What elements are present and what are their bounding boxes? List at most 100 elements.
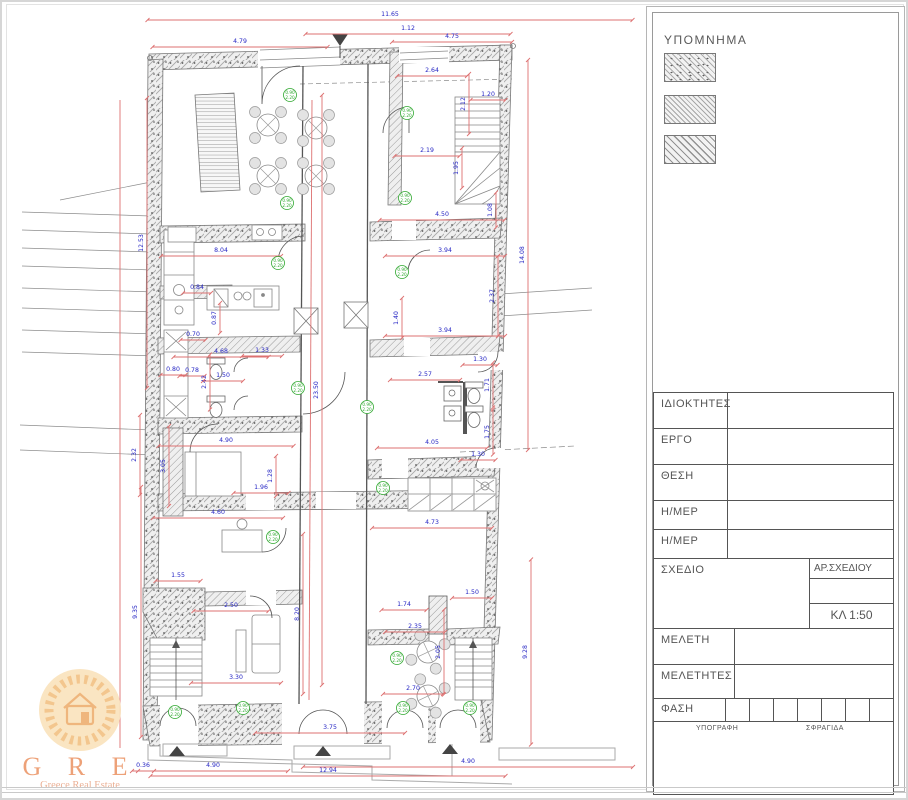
dimension-label: 1.55 [171,572,185,579]
divider [734,629,735,664]
dimension-label: 4.75 [445,33,459,40]
dimension-label: 1.30 [471,451,485,458]
row-location: ΘΕΣΗ [653,464,894,501]
divider [725,699,726,721]
row-designers: ΜΕΛΕΤΗΤΕΣ [653,664,894,699]
dimension-label: 2.57 [418,371,432,378]
row-drawing: ΣΧΕΔΙΟ ΑΡ.ΣΧΕΔΙΟΥ ΚΛ 1:50 [653,558,894,629]
title-block-table: ΙΔΙΟΚΤΗΤΕΣ ΕΡΓΟ ΘΕΣΗ Η/ΜΕΡ Η/ΜΕΡ ΣΧΕΔΙΟ [653,393,894,795]
divider [727,501,728,529]
dimension-label: 1.71 [484,378,491,392]
dimension-label: 8.04 [214,247,228,254]
drawing-number-label: ΑΡ.ΣΧΕΔΙΟΥ [810,559,893,579]
door-tag: 0.902.20 [396,266,409,279]
study-label: ΜΕΛΕΤΗ [661,634,710,646]
svg-text:2.20: 2.20 [268,537,278,542]
dimension-label: 3.94 [438,327,452,334]
dimension-label: 4.90 [206,762,220,769]
row-signature-stamp: ΥΠΟΓΡΑΦΗ ΣΦΡΑΓΙΔΑ [653,721,894,795]
drawing-number-value [810,579,893,604]
row-date-2: Η/ΜΕΡ [653,529,894,559]
company-logo: G R E Greece Real Estate [14,668,146,794]
door-tag: 0.902.20 [397,702,410,715]
dimension-label: 8.20 [294,607,301,621]
svg-text:2.20: 2.20 [285,95,295,100]
dimension-label: 2.64 [425,67,439,74]
divider [727,429,728,464]
dimension-label: 0.87 [211,311,218,325]
dimension-label: 4.60 [211,509,225,516]
row-project: ΕΡΓΟ [653,428,894,465]
dimension-label: 3.05 [160,459,167,473]
location-label: ΘΕΣΗ [661,470,694,482]
dimension-label: 4.68 [214,348,228,355]
drawing-label: ΣΧΕΔΙΟ [661,564,704,576]
legend-swatch-hatch-fine [664,95,716,124]
dimension-label: 2.19 [420,147,434,154]
divider [727,393,728,428]
door-tag: 0.902.20 [272,257,285,270]
dimension-label: 2.50 [224,602,238,609]
door-tag: 0.902.20 [399,192,412,205]
dimension-label: 2.12 [460,97,467,111]
divider [869,699,870,721]
dimension-label: 2.37 [489,289,496,303]
svg-text:2.20: 2.20 [402,113,412,118]
divider [749,699,750,721]
door-tag: 0.902.20 [237,702,250,715]
dimension-label: 1.33 [255,347,269,354]
designers-label: ΜΕΛΕΤΗΤΕΣ [661,670,732,682]
dimension-label: 4.79 [233,38,247,45]
dimension-label: 2.35 [408,623,422,630]
legend-swatch-speckled [664,53,716,82]
dimension-label: 1.95 [453,161,460,175]
row-date-1: Η/ΜΕΡ [653,500,894,530]
dimension-label: 1.50 [216,372,230,379]
divider [727,465,728,500]
row-study: ΜΕΛΕΤΗ [653,628,894,665]
dimension-label: 1.28 [267,469,274,483]
dimension-label: 0.78 [185,367,199,374]
divider [821,699,822,721]
dimension-label: 14.08 [519,246,526,264]
title-block-panel: ΥΠΟΜΝΗΜΑ ΙΔΙΟΚΤΗΤΕΣ ΕΡΓΟ ΘΕΣΗ Η/ΜΕΡ Η/ΜΕ [646,6,905,792]
drawing-number-block: ΑΡ.ΣΧΕΔΙΟΥ ΚΛ 1:50 [809,559,893,628]
door-tag: 0.902.20 [377,482,390,495]
dimension-label: 1.12 [401,25,415,32]
dimension-label: 12.53 [138,234,145,252]
dimension-label: 1.40 [393,311,400,325]
door-tag: 0.902.20 [169,706,182,719]
door-tag: 0.902.20 [401,107,414,120]
dimension-label: 3.30 [229,674,243,681]
dimension-label: 3.75 [323,724,337,731]
dimension-label: 12.94 [319,767,337,774]
bar-counter [195,93,240,192]
drawing-sheet: 11.651.124.794.7514.089.282.3212.539.352… [0,0,908,800]
dimension-label: 1.20 [481,91,495,98]
logo-emblem [14,668,146,752]
svg-text:2.20: 2.20 [238,708,248,713]
dimension-label: 2.70 [406,685,420,692]
divider [797,699,798,721]
door-tag: 0.902.20 [391,652,404,665]
divider [773,699,774,721]
dimension-label: 2.32 [131,448,138,462]
dimension-label: 1.30 [473,356,487,363]
svg-text:2.20: 2.20 [397,272,407,277]
shaft-boxes [294,302,368,334]
svg-text:2.20: 2.20 [362,407,372,412]
dimension-label: 4.05 [425,439,439,446]
svg-text:2.20: 2.20 [273,263,283,268]
stair-bottom-left [150,638,202,700]
svg-text:2.20: 2.20 [293,388,303,393]
svg-text:2.20: 2.20 [282,203,292,208]
svg-text:2.20: 2.20 [465,708,475,713]
row-owners: ΙΔΙΟΚΤΗΤΕΣ [653,392,894,429]
date-label-1: Η/ΜΕΡ [661,506,698,518]
legend-title: ΥΠΟΜΝΗΜΑ [664,33,747,47]
stamp-label: ΣΦΡΑΓΙΔΑ [806,725,844,732]
dimension-label: 1.50 [465,589,479,596]
dimension-label: 0.84 [190,284,204,291]
dimension-label: 0.70 [186,331,200,338]
divider [845,699,846,721]
